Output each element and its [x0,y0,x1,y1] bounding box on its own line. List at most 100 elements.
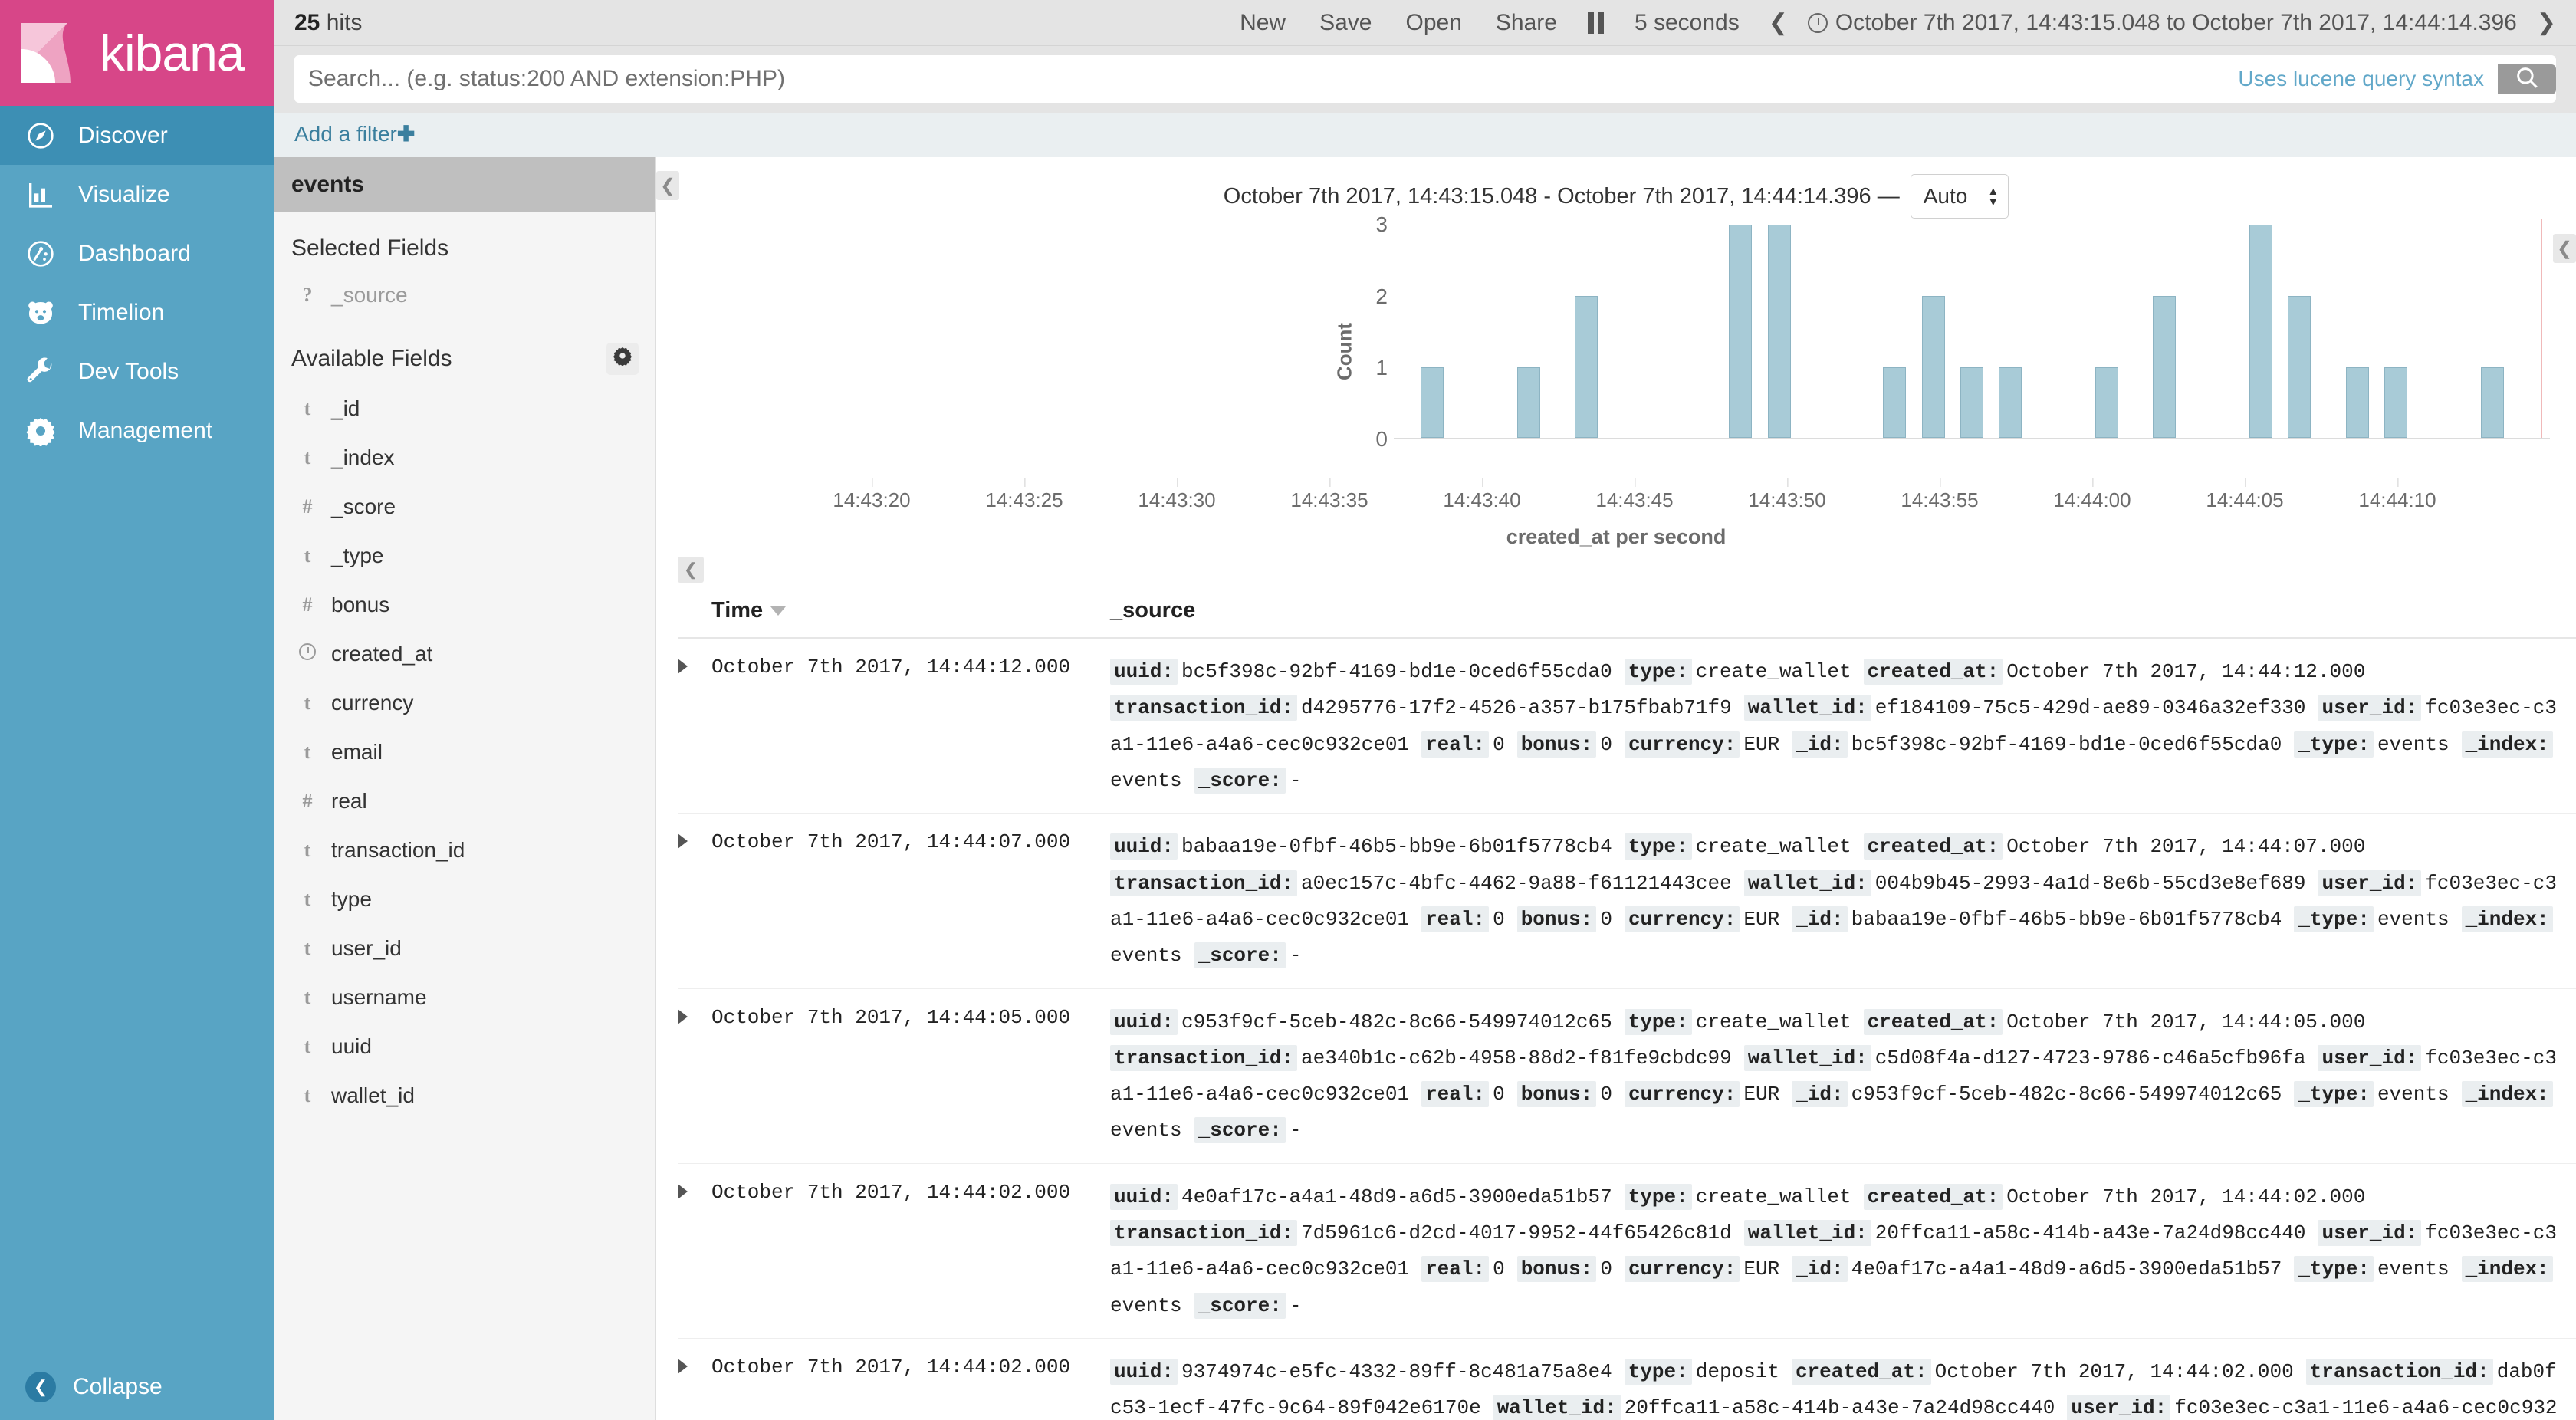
lucene-syntax-link[interactable]: Uses lucene query syntax [2224,67,2498,91]
histogram-bar[interactable] [1575,296,1598,438]
histogram-bar[interactable] [1517,367,1540,439]
expand-row-icon[interactable] [678,1359,688,1374]
histogram-bar[interactable] [2153,296,2176,438]
sidebar-item-dev-tools[interactable]: Dev Tools [0,342,274,401]
histogram-bar[interactable] [1883,367,1906,439]
histogram-bar[interactable] [2346,367,2369,439]
histogram-bar[interactable] [1729,225,1752,438]
source-field-key: _index: [2462,1081,2553,1107]
collapse-sidebar-toggle[interactable]: ❮ [656,171,679,200]
query-input-wrapper: Uses lucene query syntax [294,55,2556,103]
open-button[interactable]: Open [1388,10,1478,36]
collapse-label: Collapse [73,1374,163,1400]
field-item-transaction_id[interactable]: ttransaction_id [291,826,639,875]
toolbar-actions: New Save Open Share 5 seconds ❮ October … [1223,9,2576,36]
histogram-bar[interactable] [1999,367,2022,439]
source-field-key: bonus: [1517,1256,1597,1282]
clock-icon [1808,13,1828,33]
field-item-type[interactable]: t_type [291,531,639,580]
source-field-value: c953f9cf-5ceb-482c-8c66-549974012c65 [1852,1083,2282,1106]
histogram-bar[interactable] [2481,367,2504,439]
cell-source: uuid:9374974c-e5fc-4332-89ff-8c481a75a8e… [1110,1354,2576,1420]
source-field-value: events [2377,1083,2450,1106]
source-field-value: - [1290,1294,1302,1317]
table-row[interactable]: October 7th 2017, 14:44:12.000uuid:bc5f3… [678,639,2576,814]
search-submit-button[interactable] [2498,64,2556,94]
time-next-button[interactable]: ❯ [2525,9,2576,36]
sidebar-item-management[interactable]: Management [0,401,274,460]
collapse-chart-toggle[interactable]: ❮ [678,557,704,583]
histogram-bar[interactable] [2095,367,2118,439]
source-field-key: currency: [1625,1256,1740,1282]
new-button[interactable]: New [1223,10,1303,36]
index-pattern-selector[interactable]: events [274,157,656,212]
expand-row-icon[interactable] [678,833,688,849]
collapse-right-toggle[interactable]: ❮ [2553,234,2576,263]
expand-row-icon[interactable] [678,659,688,674]
time-prev-button[interactable]: ❮ [1756,9,1800,36]
source-field-value: October 7th 2017, 14:44:02.000 [1935,1360,2294,1383]
source-field-key: user_id: [2318,1220,2421,1246]
field-item-type[interactable]: ttype [291,875,639,924]
histogram-bar[interactable] [2384,367,2407,439]
source-field-value: create_wallet [1696,660,1852,683]
field-item-id[interactable]: t_id [291,384,639,433]
source-field-key: wallet_id: [1744,1045,1871,1071]
x-axis-label: created_at per second [656,519,2576,549]
table-row[interactable]: October 7th 2017, 14:44:02.000uuid:4e0af… [678,1164,2576,1339]
column-header-source[interactable]: _source [1110,598,1195,623]
field-name: wallet_id [331,1083,415,1108]
field-item-index[interactable]: t_index [291,433,639,482]
histogram-bar[interactable] [1768,225,1791,438]
field-item-created_at[interactable]: created_at [291,629,639,679]
sidebar-item-visualize[interactable]: Visualize [0,165,274,224]
histogram-plot-area[interactable] [1394,225,2550,439]
table-row[interactable]: October 7th 2017, 14:44:07.000uuid:babaa… [678,814,2576,988]
time-picker-button[interactable]: October 7th 2017, 14:43:15.048 to Octobe… [1800,10,2525,36]
x-tick-label: 14:43:30 [1138,488,1215,512]
sidebar-collapse-button[interactable]: ❮ Collapse [0,1354,274,1420]
pause-refresh-button[interactable] [1574,12,1618,34]
search-icon [2514,64,2540,94]
field-item-currency[interactable]: tcurrency [291,679,639,728]
sidebar-item-dashboard[interactable]: Dashboard [0,224,274,283]
field-item-wallet_id[interactable]: twallet_id [291,1071,639,1120]
field-item-score[interactable]: #_score [291,482,639,531]
kibana-app: kibana Discover Visualize [0,0,2576,1420]
filter-bar: Add a filter✚ [274,113,2576,157]
field-item-email[interactable]: temail [291,728,639,777]
add-filter-button[interactable]: Add a filter✚ [294,122,415,146]
table-row[interactable]: October 7th 2017, 14:44:05.000uuid:c953f… [678,989,2576,1164]
field-item-_source[interactable]: ? _source [291,271,639,320]
refresh-interval-button[interactable]: 5 seconds [1618,10,1756,36]
histogram-bar[interactable] [1960,367,1983,439]
sidebar-item-timelion[interactable]: Timelion [0,283,274,342]
sidebar-item-discover[interactable]: Discover [0,106,274,165]
sort-desc-icon[interactable] [770,606,786,616]
field-item-username[interactable]: tusername [291,973,639,1022]
share-button[interactable]: Share [1479,10,1574,36]
table-row[interactable]: October 7th 2017, 14:44:02.000uuid:93749… [678,1339,2576,1420]
histogram-bar[interactable] [2288,296,2311,438]
expand-row-icon[interactable] [678,1184,688,1199]
kibana-logo[interactable]: kibana [0,0,274,106]
histogram-bar[interactable] [1922,296,1945,438]
search-input[interactable] [308,55,2224,103]
column-header-time[interactable]: Time [711,598,1110,623]
interval-select[interactable]: Auto ▲▼ [1911,174,2009,219]
expand-row-icon[interactable] [678,1009,688,1024]
column-header-time-label: Time [711,598,763,623]
field-item-real[interactable]: #real [291,777,639,826]
cell-time: October 7th 2017, 14:44:02.000 [711,1354,1110,1420]
histogram-bar[interactable] [1421,367,1444,439]
interval-value: Auto [1924,184,1968,209]
source-field-key: _type: [2294,906,2374,932]
source-field-key: created_at: [1864,659,2003,685]
field-item-bonus[interactable]: #bonus [291,580,639,629]
save-button[interactable]: Save [1303,10,1388,36]
field-item-user_id[interactable]: tuser_id [291,924,639,973]
x-tick-label: 14:44:05 [2206,488,2283,512]
histogram-bar[interactable] [2249,225,2272,438]
field-item-uuid[interactable]: tuuid [291,1022,639,1071]
field-settings-button[interactable] [606,343,639,375]
